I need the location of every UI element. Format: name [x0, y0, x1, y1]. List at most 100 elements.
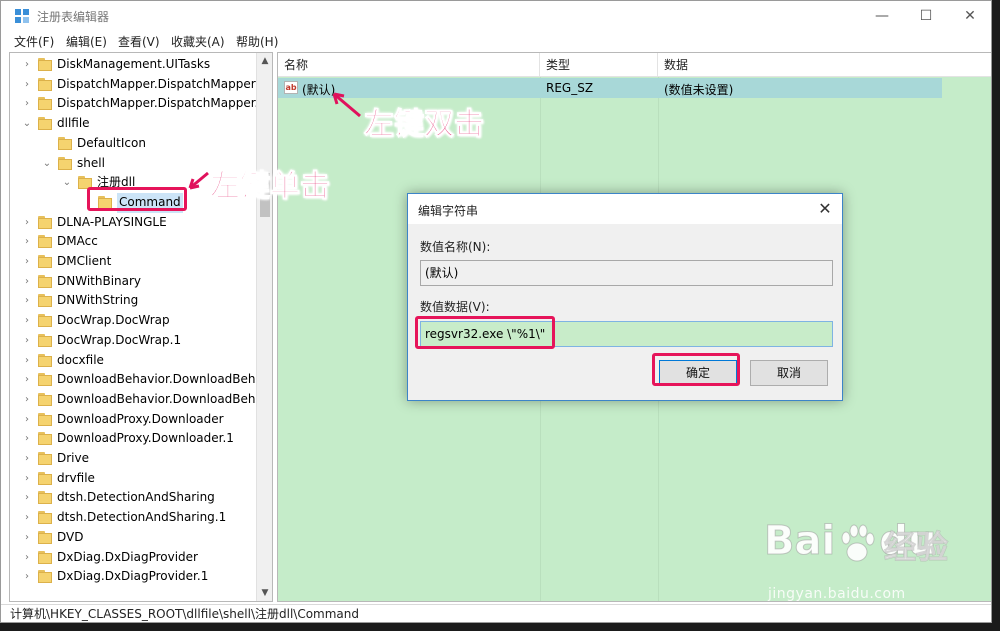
value-name-label: 数值名称(N): — [420, 240, 491, 254]
tree-item[interactable]: › dtsh.DetectionAndSharing.1 — [10, 508, 258, 528]
tree-item[interactable]: › DownloadProxy.Downloader.1 — [10, 429, 258, 449]
data-input-highlight-box — [415, 316, 555, 349]
tree-item[interactable]: ⌄ dllfile — [10, 114, 258, 134]
column-header-name[interactable]: 名称 — [278, 53, 540, 77]
menu-bar: 文件(F) 编辑(E) 查看(V) 收藏夹(A) 帮助(H) — [1, 31, 991, 51]
maximize-button[interactable]: ☐ — [903, 1, 949, 31]
menu-edit[interactable]: 编辑(E) — [66, 33, 107, 50]
tree-item-label: dtsh.DetectionAndSharing — [57, 490, 215, 505]
tree-item-label: DLNA-PLAYSINGLE — [57, 214, 167, 229]
string-value-icon: ab — [284, 81, 298, 94]
paw-logo-icon — [841, 524, 875, 562]
tree-item[interactable]: › docxfile — [10, 351, 258, 371]
registry-tree[interactable]: › DiskManagement.UITasks › DispatchMapper.D… — [9, 52, 273, 602]
folder-icon — [38, 314, 52, 328]
tree-item-label: DocWrap.DocWrap — [57, 313, 170, 328]
tree-item-label: DxDiag.DxDiagProvider.1 — [57, 569, 209, 584]
expand-chevron-icon[interactable]: › — [22, 528, 32, 548]
tree-scrollbar[interactable]: ▲ ▼ — [256, 53, 272, 601]
expand-chevron-icon[interactable]: › — [22, 75, 32, 95]
column-header-data[interactable]: 数据 — [658, 53, 991, 77]
tree-item-label: DispatchMapper.DispatchMapper — [57, 76, 256, 91]
menu-file[interactable]: 文件(F) — [14, 33, 54, 50]
tree-item[interactable]: › DispatchMapper.DispatchMapper. — [10, 94, 258, 114]
menu-help[interactable]: 帮助(H) — [236, 33, 278, 50]
dialog-close-icon[interactable]: ✕ — [814, 198, 836, 220]
tree-item[interactable]: › DNWithString — [10, 291, 258, 311]
expand-chevron-icon[interactable]: › — [22, 94, 32, 114]
folder-icon — [38, 255, 52, 268]
menu-favorites[interactable]: 收藏夹(A) — [171, 33, 225, 50]
collapse-chevron-icon[interactable]: ⌄ — [42, 154, 52, 174]
value-type: REG_SZ — [546, 81, 594, 95]
folder-icon — [38, 274, 52, 288]
cancel-button[interactable]: 取消 — [750, 360, 828, 386]
column-header-type[interactable]: 类型 — [540, 53, 658, 77]
expand-chevron-icon[interactable]: › — [22, 429, 32, 449]
expand-chevron-icon[interactable]: › — [22, 311, 32, 331]
expand-chevron-icon[interactable]: › — [22, 272, 32, 292]
tree-item-label: DownloadProxy.Downloader.1 — [57, 431, 234, 446]
tree-item-label: DiskManagement.UITasks — [57, 57, 211, 71]
tree-item-label: drvfile — [57, 470, 95, 485]
expand-chevron-icon[interactable]: › — [22, 232, 32, 252]
close-button[interactable]: ✕ — [947, 1, 991, 31]
collapse-chevron-icon[interactable]: ⌄ — [62, 173, 72, 193]
tree-item[interactable]: › DownloadBehavior.DownloadBeha — [10, 370, 263, 390]
expand-chevron-icon[interactable]: › — [22, 508, 32, 528]
tree-item[interactable]: › dtsh.DetectionAndSharing — [10, 488, 258, 508]
expand-chevron-icon[interactable]: › — [22, 55, 32, 75]
tree-item[interactable]: › drvfile — [10, 469, 258, 489]
tree-item[interactable]: › DNWithBinary — [10, 272, 258, 292]
tree-item[interactable]: › DVD — [10, 528, 258, 548]
expand-chevron-icon[interactable]: › — [22, 548, 32, 568]
folder-icon — [38, 117, 52, 131]
tree-item[interactable]: › DownloadBehavior.DownloadBeha — [10, 390, 263, 410]
collapse-chevron-icon[interactable]: ⌄ — [22, 114, 32, 134]
tree-item[interactable]: › DMClient — [10, 252, 258, 272]
folder-icon — [38, 412, 52, 426]
expand-chevron-icon[interactable]: › — [22, 469, 32, 489]
dialog-title-bar[interactable]: 编辑字符串 ✕ — [408, 194, 842, 224]
edit-string-dialog: 编辑字符串 ✕ 数值名称(N): (默认) 数值数据(V): regsvr32.… — [407, 193, 843, 401]
tree-item[interactable]: › DMAcc — [10, 232, 258, 252]
folder-icon — [38, 58, 52, 71]
expand-chevron-icon[interactable]: › — [22, 331, 32, 351]
expand-chevron-icon[interactable]: › — [22, 567, 32, 587]
tree-item[interactable]: › DispatchMapper.DispatchMapper — [10, 75, 258, 95]
folder-icon — [38, 570, 52, 584]
expand-chevron-icon[interactable]: › — [22, 410, 32, 430]
title-bar[interactable]: 注册表编辑器 — ☐ ✕ — [1, 1, 991, 31]
tree-item[interactable]: › DLNA-PLAYSINGLE — [10, 213, 258, 233]
folder-icon — [38, 353, 52, 367]
tree-item[interactable]: › DxDiag.DxDiagProvider — [10, 548, 258, 568]
tree-item[interactable]: › DiskManagement.UITasks — [10, 55, 258, 75]
expand-chevron-icon[interactable]: › — [22, 488, 32, 508]
tree-item[interactable]: › DocWrap.DocWrap — [10, 311, 258, 331]
expand-chevron-icon[interactable]: › — [22, 252, 32, 272]
tree-item-label: DispatchMapper.DispatchMapper. — [57, 96, 259, 111]
expand-chevron-icon[interactable]: › — [22, 351, 32, 371]
dialog-title: 编辑字符串 — [418, 204, 479, 218]
minimize-button[interactable]: — — [859, 1, 905, 31]
tree-item[interactable]: › Drive — [10, 449, 258, 469]
tree-item[interactable]: DefaultIcon — [10, 134, 258, 154]
window-title: 注册表编辑器 — [37, 10, 110, 24]
tree-item[interactable]: › DxDiag.DxDiagProvider.1 — [10, 567, 258, 587]
expand-chevron-icon[interactable]: › — [22, 213, 32, 233]
tree-item[interactable]: › DocWrap.DocWrap.1 — [10, 331, 258, 351]
expand-chevron-icon[interactable]: › — [22, 390, 32, 410]
expand-chevron-icon[interactable]: › — [22, 370, 32, 390]
annotation-single-click: 左键单击 — [210, 169, 331, 205]
expand-chevron-icon[interactable]: › — [22, 449, 32, 469]
regedit-app-icon — [15, 9, 29, 23]
value-row-default[interactable]: ab (默认) REG_SZ (数值未设置) — [278, 78, 942, 98]
scroll-up-arrow-icon[interactable]: ▲ — [257, 53, 272, 69]
expand-chevron-icon[interactable]: › — [22, 291, 32, 311]
tree-item-label: docxfile — [57, 352, 104, 367]
menu-view[interactable]: 查看(V) — [118, 33, 160, 50]
tree-item[interactable]: › DownloadProxy.Downloader — [10, 410, 258, 430]
value-name-field: (默认) — [420, 260, 833, 286]
scroll-down-arrow-icon[interactable]: ▼ — [257, 585, 272, 601]
folder-icon — [38, 294, 52, 308]
